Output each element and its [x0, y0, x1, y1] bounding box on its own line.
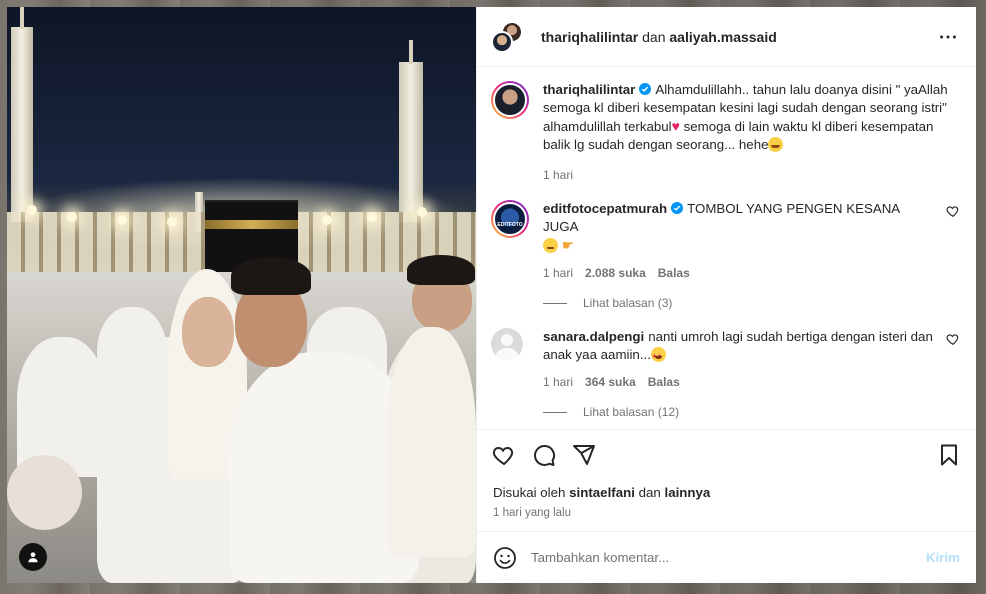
photo-hair-back	[407, 255, 475, 285]
comment-meta: 1 hari 2.088 suka Balas	[543, 264, 938, 282]
caption-username[interactable]: thariqhalilintar	[543, 82, 635, 97]
user-tag-button[interactable]	[19, 543, 47, 571]
replies-divider	[543, 302, 567, 304]
comment-likes-count[interactable]: 2.088 suka	[585, 264, 646, 282]
comment-likes-count[interactable]: 364 suka	[585, 373, 636, 391]
replies-divider	[543, 411, 567, 413]
comment-time: 1 hari	[543, 266, 574, 280]
post-side-panel: thariqhalilintar dan aaliyah.massaid tha…	[476, 7, 976, 583]
reply-button[interactable]: Balas	[648, 373, 680, 391]
comment-time: 1 hari	[543, 375, 574, 389]
emoji-icon[interactable]	[493, 546, 517, 570]
photo-lamp	[322, 215, 332, 225]
author-username-2[interactable]: aaliyah.massaid	[669, 29, 776, 45]
photo-lamp	[367, 212, 377, 222]
collab-authors: thariqhalilintar dan aaliyah.massaid	[541, 29, 934, 45]
view-replies-button[interactable]: Lihat balasan (12)	[543, 405, 960, 419]
photo-bag	[7, 455, 82, 530]
verified-icon	[671, 202, 684, 214]
sweat-smile-emoji	[768, 137, 784, 152]
pointing-hand-emoji: ☛	[561, 237, 575, 253]
photo-pilgrim-right	[387, 327, 476, 557]
photo-lamp	[27, 205, 37, 215]
share-button[interactable]	[571, 442, 597, 468]
post-timestamp[interactable]: 1 hari yang lalu	[477, 501, 976, 531]
caption-meta: 1 hari	[543, 166, 960, 184]
comment-username[interactable]: editfotocepatmurah	[543, 201, 667, 216]
liked-by-others[interactable]: lainnya	[665, 485, 711, 500]
comment-username[interactable]: sanara.dalpengi	[543, 329, 644, 344]
star-struck-emoji	[650, 347, 666, 366]
view-replies-label: Lihat balasan (3)	[583, 296, 673, 310]
heart-icon[interactable]	[946, 204, 960, 218]
avatar	[491, 30, 513, 53]
liked-by-user[interactable]: sintaelfani	[569, 485, 635, 500]
photo-lamp	[167, 217, 177, 227]
photo-face-woman	[182, 297, 234, 367]
more-icon	[940, 35, 956, 38]
post-actions	[477, 429, 976, 479]
photo-lamp	[417, 207, 427, 217]
like-button[interactable]	[491, 442, 517, 468]
photo-hair-man	[231, 257, 311, 295]
comment-composer: Kirim	[477, 531, 976, 583]
post-photo[interactable]	[7, 7, 476, 583]
comment-button[interactable]	[531, 442, 557, 468]
caption-time: 1 hari	[543, 168, 574, 182]
avatar[interactable]	[491, 328, 523, 360]
avatar-text: EDITFOTO	[497, 222, 523, 228]
comment-body: sanara.dalpengi nanti umroh lagi sudah be…	[543, 328, 938, 391]
save-button[interactable]	[936, 442, 962, 468]
caption-row: thariqhalilintar Alhamdulillahh.. tahun l…	[491, 81, 960, 184]
view-replies-button[interactable]: Lihat balasan (3)	[543, 296, 960, 310]
post-comment-button[interactable]: Kirim	[926, 550, 960, 565]
photo-lamp	[67, 212, 77, 222]
view-replies-label: Lihat balasan (12)	[583, 405, 680, 419]
post-header: thariqhalilintar dan aaliyah.massaid	[477, 7, 976, 67]
comment-input[interactable]	[531, 550, 926, 565]
heart-icon	[492, 446, 514, 465]
unamused-emoji	[543, 238, 558, 253]
photo-pilgrim	[17, 337, 107, 477]
comment-icon	[534, 444, 556, 466]
avatar[interactable]: EDITFOTO	[491, 200, 529, 238]
photo-minaret-left	[11, 7, 33, 222]
author-joiner: dan	[642, 28, 666, 45]
comment-row: EDITFOTO editfotocepatmurah TOMBOL YANG P…	[491, 200, 960, 282]
reply-button[interactable]: Balas	[658, 264, 690, 282]
user-tag-icon	[28, 552, 38, 563]
comment-meta: 1 hari 364 suka Balas	[543, 373, 938, 391]
heart-icon[interactable]	[946, 332, 960, 346]
collab-avatars[interactable]	[491, 20, 523, 53]
comment-body: editfotocepatmurah TOMBOL YANG PENGEN KES…	[543, 200, 938, 282]
share-icon	[573, 444, 595, 465]
avatar[interactable]	[491, 81, 529, 119]
liked-by: Disukai oleh sintaelfani dan lainnya	[477, 479, 976, 501]
author-username-1[interactable]: thariqhalilintar	[541, 29, 638, 45]
bookmark-icon	[941, 444, 957, 465]
liked-by-joiner: dan	[638, 485, 661, 500]
verified-icon	[639, 83, 652, 95]
liked-by-prefix: Disukai oleh	[493, 485, 566, 500]
photo-lamp	[117, 215, 127, 225]
comments-list[interactable]: thariqhalilintar Alhamdulillahh.. tahun l…	[477, 67, 976, 429]
photo-minaret-right	[399, 40, 423, 222]
avatar-wrap	[491, 328, 529, 391]
comment-row: sanara.dalpengi nanti umroh lagi sudah be…	[491, 328, 960, 391]
caption-body: thariqhalilintar Alhamdulillahh.. tahun l…	[543, 81, 960, 184]
red-heart-emoji: ♥	[671, 118, 680, 134]
more-options-button[interactable]	[934, 23, 962, 51]
post-modal: thariqhalilintar dan aaliyah.massaid tha…	[7, 7, 976, 583]
